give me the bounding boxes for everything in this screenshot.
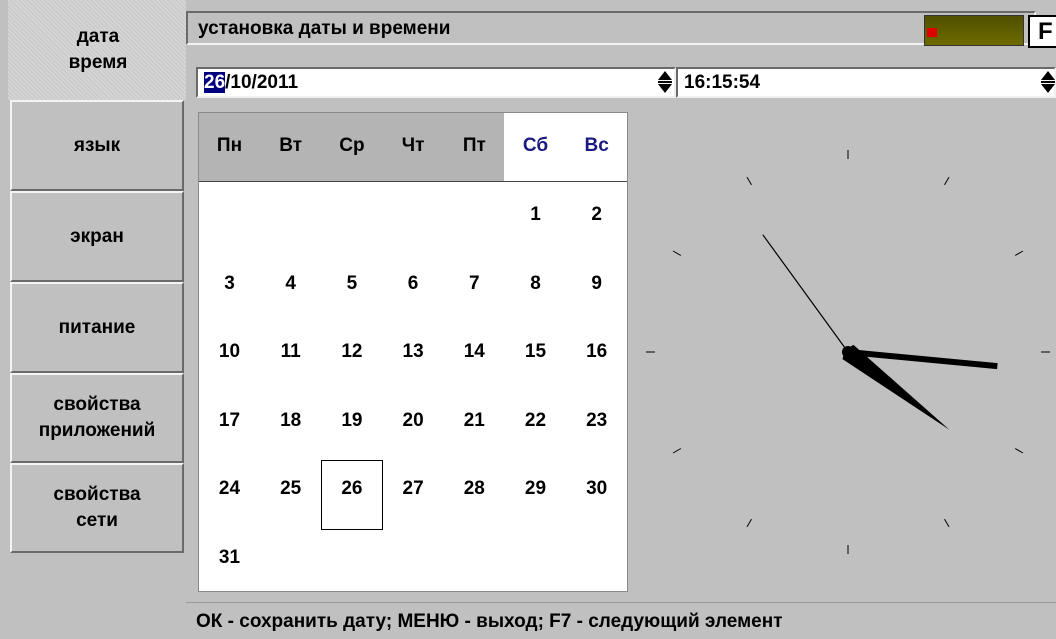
clock-tick	[672, 448, 682, 454]
time-value: 16:15:54	[684, 72, 761, 93]
weekday-label: Вс	[584, 135, 609, 156]
calendar-day[interactable]: 1	[505, 204, 566, 226]
calendar-day[interactable]: 28	[444, 478, 505, 500]
sidebar-item-network-properties[interactable]: свойства сети	[10, 463, 184, 553]
calendar-day[interactable]: 3	[199, 273, 260, 295]
clock-tick	[944, 518, 950, 528]
weekday-label: Вт	[279, 135, 303, 156]
date-input[interactable]: 26/10/2011	[196, 67, 676, 98]
sidebar-item-language[interactable]: язык	[10, 100, 184, 191]
sidebar-item-label: питание	[58, 316, 136, 338]
analog-clock	[646, 150, 1050, 554]
status-bar: ОК - сохранить дату; МЕНЮ - выход; F7 - …	[186, 602, 1056, 639]
weekday-label: Ср	[339, 135, 365, 156]
calendar-day[interactable]: 20	[383, 410, 444, 432]
calendar-day[interactable]: 27	[383, 478, 444, 500]
calendar-day[interactable]: 29	[505, 478, 566, 500]
time-input[interactable]: 16:15:54	[676, 67, 1056, 98]
clock-tick	[1014, 250, 1024, 256]
date-day-segment[interactable]: 26	[204, 72, 226, 93]
time-spinner-icon[interactable]	[1040, 70, 1055, 95]
battery-level-icon	[927, 28, 937, 37]
calendar-day[interactable]: 11	[260, 341, 321, 363]
title-bar: установка даты и времени	[186, 11, 1036, 45]
second-hand	[762, 234, 854, 359]
calendar-day[interactable]: 17	[199, 410, 260, 432]
weekday-label: Пн	[216, 135, 243, 156]
clock-tick	[746, 176, 752, 186]
calendar-day[interactable]: 8	[505, 273, 566, 295]
calendar-day[interactable]: 22	[505, 410, 566, 432]
sidebar: дата время язык экран питание свойства п…	[0, 0, 188, 638]
selected-day-box	[321, 460, 383, 530]
calendar-day[interactable]: 21	[444, 410, 505, 432]
clock-tick	[672, 250, 682, 256]
calendar-day[interactable]: 12	[321, 341, 382, 363]
sidebar-item-screen[interactable]: экран	[10, 191, 184, 282]
calendar-day[interactable]: 18	[260, 410, 321, 432]
sidebar-item-label: дата время	[68, 26, 128, 73]
clock-center	[842, 346, 854, 358]
calendar-day[interactable]: 5	[321, 273, 382, 295]
sidebar-item-label: свойства сети	[53, 484, 141, 531]
weekday-label: Сб	[522, 135, 549, 156]
calendar-day[interactable]: 25	[260, 478, 321, 500]
calendar-day[interactable]: 13	[383, 341, 444, 363]
battery-indicator	[924, 15, 1024, 46]
sidebar-item-label: язык	[73, 134, 121, 156]
sidebar-item-power[interactable]: питание	[10, 282, 184, 373]
calendar-day[interactable]: 15	[505, 341, 566, 363]
clock-tick	[746, 518, 752, 528]
date-rest: /10/2011	[225, 72, 299, 93]
calendar-day[interactable]: 23	[566, 410, 627, 432]
calendar-day[interactable]: 14	[444, 341, 505, 363]
calendar: Пн Вт Ср Чт Пт Сб Вс 1 2 3 4 5 6 7 8 9 10 11 12 13 14 15 16 17…	[198, 112, 628, 592]
date-spinner-icon[interactable]	[657, 70, 672, 95]
f-key-button[interactable]: F	[1028, 15, 1056, 48]
clock-tick	[1014, 448, 1024, 454]
status-hint: ОК - сохранить дату; МЕНЮ - выход; F7 - …	[196, 611, 783, 632]
sidebar-item-label: экран	[70, 225, 124, 247]
date-value: 26/10/2011	[204, 72, 298, 94]
calendar-day[interactable]: 4	[260, 273, 321, 295]
calendar-weekday-header: Пн Вт Ср Чт Пт Сб Вс	[199, 113, 627, 183]
calendar-day[interactable]: 10	[199, 341, 260, 363]
calendar-day[interactable]: 2	[566, 204, 627, 226]
clock-tick	[944, 176, 950, 186]
calendar-day[interactable]: 6	[383, 273, 444, 295]
page-title: установка даты и времени	[198, 18, 451, 39]
calendar-day[interactable]: 7	[444, 273, 505, 295]
calendar-day[interactable]: 24	[199, 478, 260, 500]
calendar-day[interactable]: 19	[321, 410, 382, 432]
sidebar-item-app-properties[interactable]: свойства приложений	[10, 373, 184, 463]
calendar-day[interactable]: 30	[566, 478, 627, 500]
weekday-label: Пт	[462, 135, 486, 156]
main-panel: установка даты и времени F 26/10/2011 16…	[186, 0, 1056, 639]
sidebar-item-label: свойства приложений	[38, 394, 156, 441]
sidebar-item-date-time[interactable]: дата время	[8, 0, 188, 100]
calendar-day[interactable]: 9	[566, 273, 627, 295]
calendar-day[interactable]: 31	[199, 547, 260, 569]
calendar-day[interactable]: 16	[566, 341, 627, 363]
weekday-label: Чт	[401, 135, 425, 156]
